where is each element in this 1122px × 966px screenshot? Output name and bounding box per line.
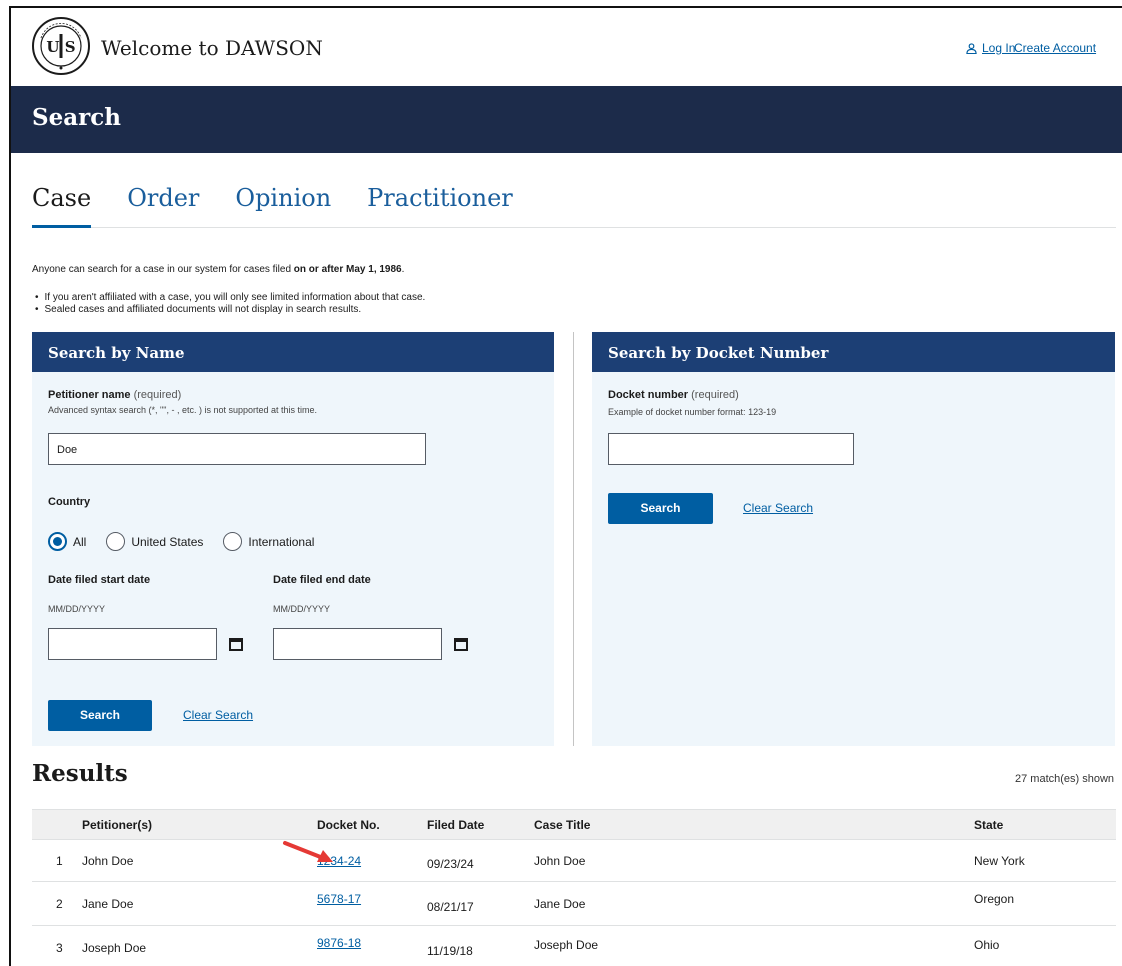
- start-date-input[interactable]: [48, 628, 217, 660]
- calendar-icon[interactable]: [229, 638, 243, 651]
- country-label: Country: [48, 496, 91, 508]
- intro-text: Anyone can search for a case in our syst…: [32, 264, 404, 275]
- row-index: 3: [32, 925, 82, 966]
- tab-case[interactable]: Case: [32, 180, 92, 228]
- clear-name-search-link[interactable]: Clear Search: [183, 708, 253, 722]
- row-state: Ohio: [974, 925, 1116, 966]
- match-count: 27 match(es) shown: [1015, 773, 1115, 785]
- row-state: New York: [974, 839, 1116, 882]
- col-state: State: [974, 809, 1116, 840]
- site-header: U S Welcome to DAWSON Log In Create Acco…: [11, 8, 1122, 86]
- table-row: 1 John Doe 1234-24 09/23/24 John Doe New…: [32, 839, 1116, 882]
- docket-link[interactable]: 5678-17: [317, 892, 361, 906]
- intro-date: on or after May 1, 1986: [293, 264, 402, 275]
- petitioner-name-input[interactable]: Doe: [48, 433, 426, 465]
- intro-end: .: [401, 264, 405, 275]
- end-date-input[interactable]: [273, 628, 442, 660]
- row-petitioner: Jane Doe: [82, 881, 317, 926]
- col-filed-date: Filed Date: [427, 809, 534, 840]
- docket-hint: Example of docket number format: 123-19: [608, 407, 777, 417]
- country-radio-international[interactable]: [223, 532, 243, 551]
- row-index: 2: [32, 881, 82, 926]
- search-tabs: Case Order Opinion Practitioner: [32, 180, 1116, 228]
- row-filed-date: 08/21/17: [427, 881, 534, 926]
- bullet-item: Sealed cases and affiliated documents wi…: [35, 304, 425, 316]
- search-by-name-panel: Search by Name Petitioner name (required…: [32, 332, 554, 746]
- docket-number-label: Docket number (required): [608, 389, 739, 401]
- search-by-docket-button[interactable]: Search: [608, 493, 713, 524]
- search-by-name-button[interactable]: Search: [48, 700, 152, 731]
- col-petitioners: Petitioner(s): [82, 809, 317, 840]
- docket-number-input[interactable]: [608, 433, 854, 465]
- required-note: (required): [691, 389, 739, 401]
- calendar-icon[interactable]: [454, 638, 468, 651]
- tab-order[interactable]: Order: [127, 180, 199, 228]
- log-in-link[interactable]: Log In: [966, 41, 1015, 55]
- page-title: Search: [32, 104, 121, 131]
- country-radio-united-states[interactable]: [106, 532, 126, 551]
- row-case-title: Joseph Doe: [534, 925, 974, 966]
- country-radio-all[interactable]: [48, 532, 67, 551]
- search-by-name-heading: Search by Name: [32, 332, 554, 372]
- tab-practitioner[interactable]: Practitioner: [367, 180, 513, 228]
- intro-lead: Anyone can search for a case in our syst…: [32, 264, 294, 275]
- results-heading: Results: [32, 760, 128, 787]
- app-window: U S Welcome to DAWSON Log In Create Acco…: [9, 6, 1122, 966]
- table-row: 3 Joseph Doe 9876-18 11/19/18 Joseph Doe…: [32, 925, 1116, 966]
- search-by-docket-heading: Search by Docket Number: [592, 332, 1115, 372]
- end-date-label: Date filed end date: [273, 574, 371, 586]
- search-by-docket-panel: Search by Docket Number Docket number (r…: [592, 332, 1115, 746]
- create-account-link[interactable]: Create Account: [1014, 41, 1096, 55]
- petitioner-hint: Advanced syntax search (*, "", - , etc. …: [48, 405, 318, 415]
- tab-opinion[interactable]: Opinion: [235, 180, 331, 228]
- row-state: Oregon: [974, 881, 1116, 926]
- petitioner-name-label: Petitioner name (required): [48, 389, 181, 401]
- docket-link[interactable]: 9876-18: [317, 936, 361, 950]
- bullet-item: If you aren't affiliated with a case, yo…: [35, 292, 426, 304]
- site-title: Welcome to DAWSON: [101, 36, 323, 60]
- row-filed-date: 11/19/18: [427, 925, 534, 966]
- col-index: [32, 809, 82, 840]
- us-tax-court-seal-logo: U S: [32, 17, 90, 75]
- row-case-title: John Doe: [534, 839, 974, 882]
- country-option-label: International: [248, 534, 315, 549]
- user-icon: [966, 42, 977, 54]
- row-index: 1: [32, 839, 82, 882]
- results-table: Petitioner(s) Docket No. Filed Date Case…: [32, 809, 1116, 966]
- end-date-format: MM/DD/YYYY: [273, 604, 331, 614]
- col-docket: Docket No.: [317, 809, 427, 840]
- required-note: (required): [133, 389, 182, 401]
- intro-bullets: If you aren't affiliated with a case, yo…: [35, 292, 426, 316]
- docket-number-label-text: Docket number: [608, 389, 689, 401]
- row-filed-date: 09/23/24: [427, 839, 534, 882]
- col-case-title: Case Title: [534, 809, 974, 840]
- row-petitioner: Joseph Doe: [82, 925, 317, 966]
- start-date-label: Date filed start date: [48, 574, 151, 586]
- table-row: 2 Jane Doe 5678-17 08/21/17 Jane Doe Ore…: [32, 881, 1116, 926]
- country-radio-group: All United States International: [48, 532, 334, 551]
- log-in-label: Log In: [982, 41, 1016, 55]
- results-header-row: Petitioner(s) Docket No. Filed Date Case…: [32, 809, 1116, 840]
- country-option-label: All: [73, 534, 87, 549]
- clear-docket-search-link[interactable]: Clear Search: [743, 501, 813, 515]
- panel-divider: [573, 332, 574, 746]
- start-date-format: MM/DD/YYYY: [48, 604, 106, 614]
- row-case-title: Jane Doe: [534, 881, 974, 926]
- country-option-label: United States: [131, 534, 204, 549]
- page-banner: Search: [11, 86, 1122, 153]
- petitioner-name-label-text: Petitioner name: [48, 389, 131, 401]
- annotation-arrow-icon: [283, 841, 333, 862]
